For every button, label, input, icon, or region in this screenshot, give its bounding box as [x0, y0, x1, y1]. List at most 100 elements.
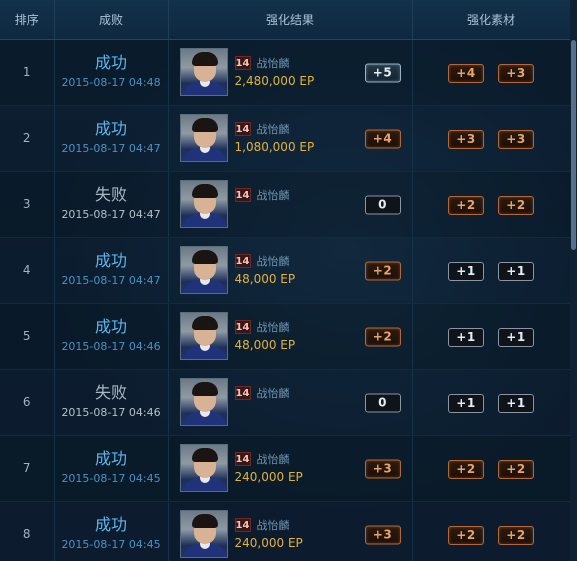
player-portrait-icon[interactable] — [179, 114, 228, 162]
player-name[interactable]: 战怡麟 — [257, 121, 290, 137]
season-badge-icon: 14 — [234, 55, 251, 70]
materials-cell: +3 +3 — [412, 105, 571, 172]
result-level-badge: 0 — [364, 393, 401, 413]
ep-value: 240,000 EP — [234, 535, 303, 550]
result-label: 成功 — [94, 53, 127, 72]
card-cell: 14 战怡麟 48,000 EP +2 — [168, 303, 413, 370]
season-badge-icon: 14 — [234, 253, 251, 268]
header-materials[interactable]: 强化素材 — [412, 0, 571, 40]
enhancement-history-table: 排序 成败 强化结果 强化素材 1 成功 2015-08-17 04:48 14 — [0, 0, 571, 561]
season-badge-icon: 14 — [234, 319, 251, 334]
rank-cell: 6 — [0, 369, 55, 436]
material-level-badge: +3 — [498, 129, 534, 149]
season-badge-icon: 14 — [234, 187, 251, 202]
result-label: 成功 — [94, 515, 127, 534]
rank-cell: 8 — [0, 501, 55, 561]
player-portrait-icon[interactable] — [179, 444, 228, 492]
materials-cell: +1 +1 — [412, 369, 571, 436]
table-row[interactable]: 7 成功 2015-08-17 04:45 14 战怡麟 240,000 EP … — [0, 435, 571, 502]
player-portrait-icon[interactable] — [179, 378, 228, 426]
season-badge-icon: 14 — [234, 385, 251, 400]
card-cell: 14 战怡麟 1,080,000 EP +4 — [168, 105, 413, 172]
season-badge-icon: 14 — [234, 517, 251, 532]
ep-value: 2,480,000 EP — [234, 73, 315, 88]
result-label: 失败 — [94, 185, 127, 204]
player-name[interactable]: 战怡麟 — [257, 253, 290, 269]
rank-cell: 1 — [0, 39, 55, 106]
result-level-badge: 0 — [364, 195, 401, 215]
material-level-badge: +2 — [498, 195, 534, 215]
card-cell: 14 战怡麟 240,000 EP +3 — [168, 435, 413, 502]
player-name[interactable]: 战怡麟 — [257, 319, 290, 335]
card-cell: 14 战怡麟 0 — [168, 171, 413, 238]
player-name[interactable]: 战怡麟 — [257, 451, 290, 467]
ep-value: 48,000 EP — [234, 337, 296, 352]
result-level-badge: +4 — [364, 129, 401, 149]
player-portrait-icon[interactable] — [179, 246, 228, 294]
table-row[interactable]: 2 成功 2015-08-17 04:47 14 战怡麟 1,080,000 E… — [0, 105, 571, 172]
rank-cell: 2 — [0, 105, 55, 172]
result-cell: 成功 2015-08-17 04:47 — [54, 237, 169, 304]
season-badge-icon: 14 — [234, 121, 251, 136]
rank-cell: 3 — [0, 171, 55, 238]
rank-cell: 7 — [0, 435, 55, 502]
header-card[interactable]: 强化结果 — [168, 0, 413, 40]
table-row[interactable]: 5 成功 2015-08-17 04:46 14 战怡麟 48,000 EP +… — [0, 303, 571, 370]
header-result[interactable]: 成败 — [54, 0, 169, 40]
result-label: 失败 — [94, 383, 127, 402]
result-cell: 成功 2015-08-17 04:48 — [54, 39, 169, 106]
materials-cell: +2 +2 — [412, 501, 571, 561]
material-level-badge: +1 — [498, 327, 534, 347]
material-level-badge: +1 — [498, 393, 534, 413]
result-cell: 失败 2015-08-17 04:46 — [54, 369, 169, 436]
table-row[interactable]: 3 失败 2015-08-17 04:47 14 战怡麟 0 +2 +2 — [0, 171, 571, 238]
card-cell: 14 战怡麟 48,000 EP +2 — [168, 237, 413, 304]
result-level-badge: +3 — [364, 525, 401, 545]
result-level-badge: +5 — [364, 63, 401, 83]
result-level-badge: +2 — [364, 327, 401, 347]
materials-cell: +4 +3 — [412, 39, 571, 106]
player-portrait-icon[interactable] — [179, 510, 228, 558]
table-header-row: 排序 成败 强化结果 强化素材 — [0, 0, 571, 40]
result-cell: 成功 2015-08-17 04:45 — [54, 501, 169, 561]
material-level-badge: +1 — [498, 261, 534, 281]
result-timestamp: 2015-08-17 04:47 — [61, 274, 161, 287]
table-row[interactable]: 8 成功 2015-08-17 04:45 14 战怡麟 240,000 EP … — [0, 501, 571, 561]
header-rank[interactable]: 排序 — [0, 0, 55, 40]
material-level-badge: +2 — [448, 195, 484, 215]
result-label: 成功 — [94, 119, 127, 138]
materials-cell: +1 +1 — [412, 303, 571, 370]
player-name[interactable]: 战怡麟 — [257, 517, 290, 533]
result-timestamp: 2015-08-17 04:45 — [61, 538, 161, 551]
table-row[interactable]: 6 失败 2015-08-17 04:46 14 战怡麟 0 +1 +1 — [0, 369, 571, 436]
scrollbar-thumb[interactable] — [571, 40, 576, 250]
ep-value: 48,000 EP — [234, 271, 296, 286]
result-timestamp: 2015-08-17 04:47 — [61, 142, 161, 155]
player-name[interactable]: 战怡麟 — [257, 385, 290, 401]
result-timestamp: 2015-08-17 04:45 — [61, 472, 161, 485]
scrollbar[interactable] — [570, 0, 577, 561]
rank-cell: 5 — [0, 303, 55, 370]
card-cell: 14 战怡麟 240,000 EP +3 — [168, 501, 413, 561]
result-timestamp: 2015-08-17 04:46 — [61, 340, 161, 353]
table-row[interactable]: 4 成功 2015-08-17 04:47 14 战怡麟 48,000 EP +… — [0, 237, 571, 304]
result-level-badge: +2 — [364, 261, 401, 281]
player-portrait-icon[interactable] — [179, 312, 228, 360]
material-level-badge: +3 — [448, 129, 484, 149]
player-portrait-icon[interactable] — [179, 48, 228, 96]
ep-value — [235, 206, 290, 222]
result-label: 成功 — [94, 251, 127, 270]
material-level-badge: +2 — [498, 459, 534, 479]
season-badge-icon: 14 — [234, 451, 251, 466]
ep-value: 1,080,000 EP — [234, 139, 315, 154]
result-level-badge: +3 — [364, 459, 401, 479]
result-cell: 成功 2015-08-17 04:45 — [54, 435, 169, 502]
table-row[interactable]: 1 成功 2015-08-17 04:48 14 战怡麟 2,480,000 E… — [0, 39, 571, 106]
player-name[interactable]: 战怡麟 — [257, 55, 290, 71]
player-name[interactable]: 战怡麟 — [257, 187, 290, 203]
ep-value — [235, 404, 290, 420]
material-level-badge: +2 — [498, 525, 534, 545]
player-portrait-icon[interactable] — [179, 180, 228, 228]
material-level-badge: +1 — [448, 327, 484, 347]
enhancement-history-panel: 排序 成败 强化结果 强化素材 1 成功 2015-08-17 04:48 14 — [0, 0, 577, 561]
